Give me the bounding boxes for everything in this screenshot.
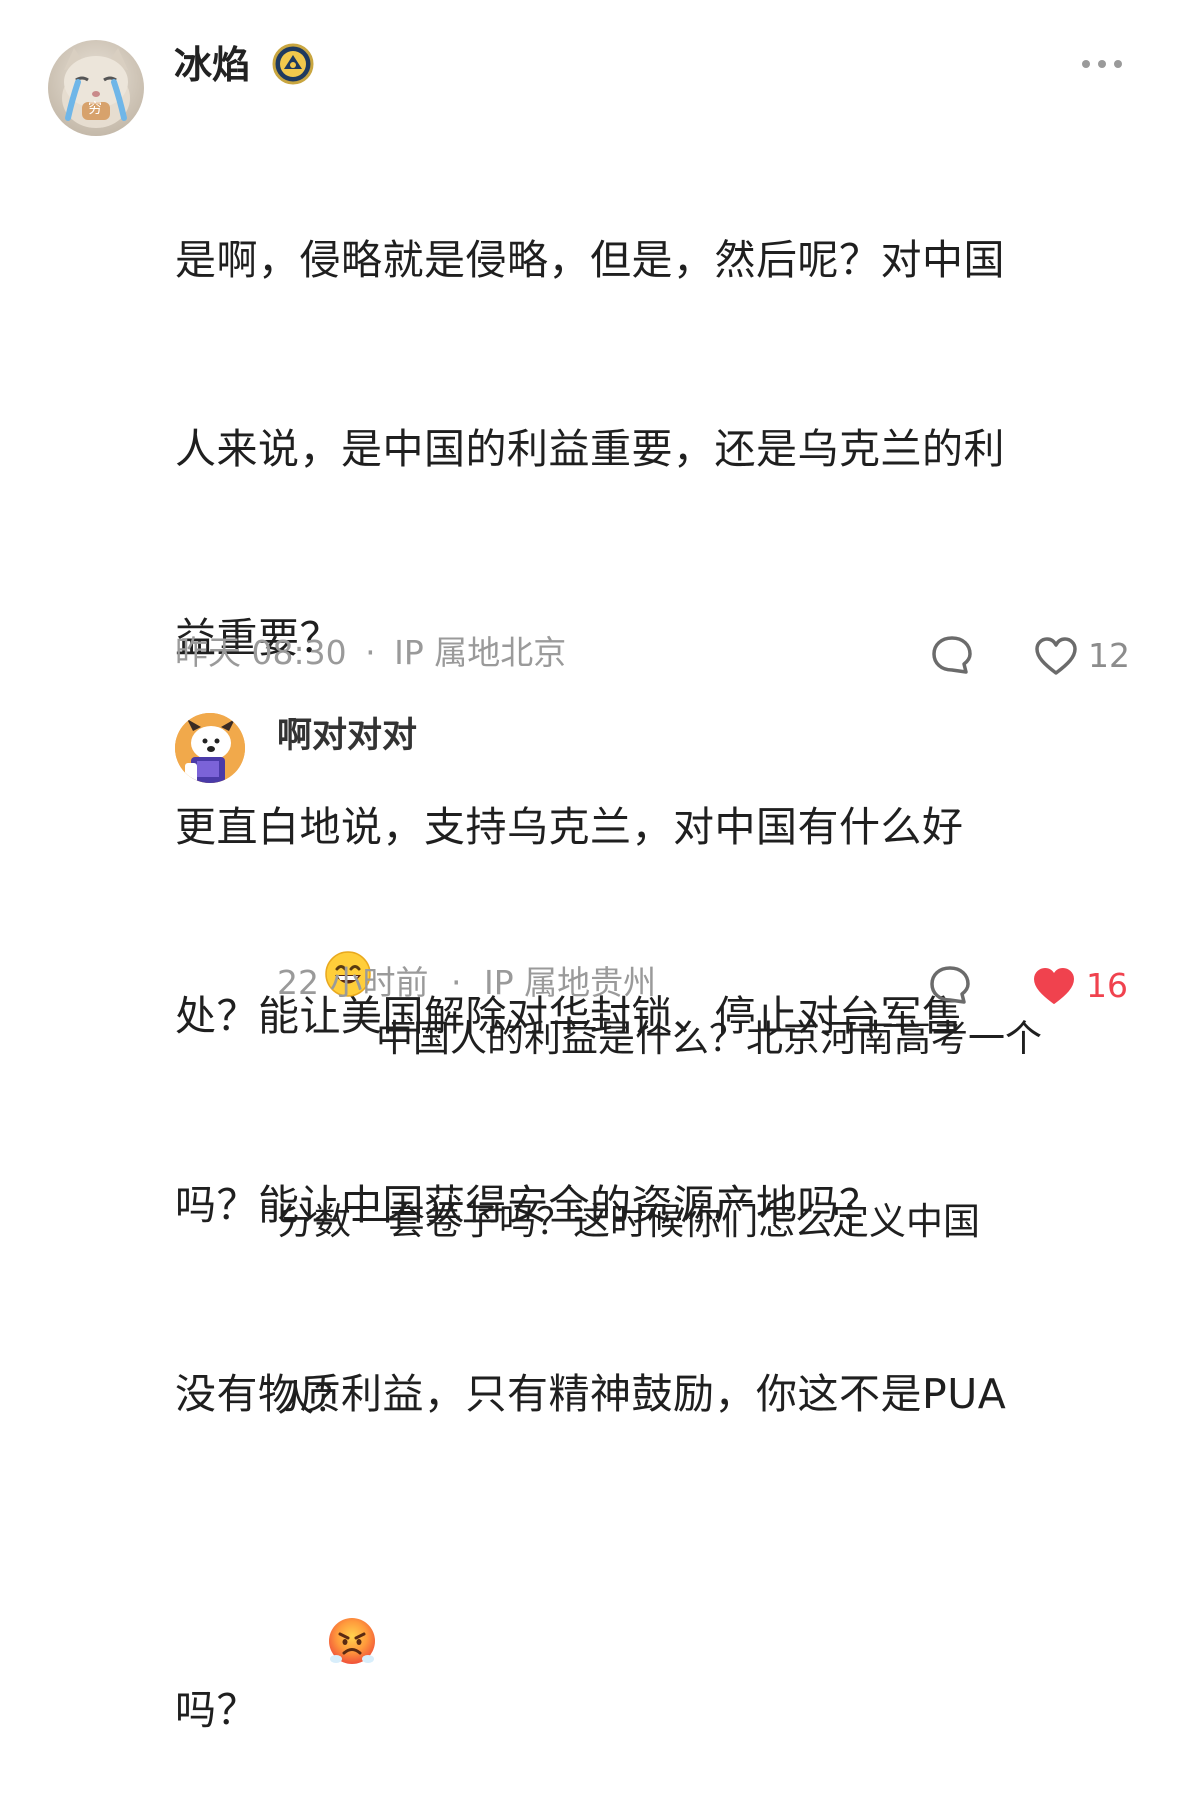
comment-line-text: 吗？ [175,1686,258,1734]
verified-badge-icon [272,43,314,85]
cat-avatar-image [62,48,130,128]
meta-separator: · [365,633,376,672]
dog-avatar-image [175,713,245,783]
reply-body: 中国人的利益是什么？北京河南高考一个 分数一套卷子吗？这时候你们怎么定义中国 人… [277,773,1137,1487]
ip-location: IP 属地北京 [394,633,567,672]
reply-username[interactable]: 啊对对对 [277,719,417,754]
heart-outline-icon[interactable] [1034,636,1078,680]
ip-location: IP 属地贵州 [483,963,657,1002]
username[interactable]: 冰焰 [174,46,250,84]
like-count: 12 [1088,636,1130,675]
reply-meta: 22 小时前 · IP 属地贵州 [277,966,656,999]
heart-filled-shape [1034,968,1074,1004]
comment-line: 人来说，是中国的利益重要，还是乌克兰的利 [175,425,1005,473]
meta-separator: · [450,963,462,1002]
comment-meta: 昨天 08:30 · IP 属地北京 [175,636,566,669]
comment-bubble-icon[interactable] [928,964,972,1010]
reply-line: 人？ [277,1377,351,1420]
more-dots-icon[interactable] [1080,56,1124,70]
timestamp: 昨天 08:30 [175,633,347,672]
like-count-active: 16 [1086,966,1128,1005]
avatar-caption: 穷 [88,101,102,117]
reply-line: 分数一套卷子吗？这时候你们怎么定义中国 [277,1200,980,1243]
heart-filled-icon[interactable] [1032,966,1076,1010]
angry-face-emoji [258,1552,378,1748]
comment-line: 是啊，侵略就是侵略，但是，然后呢？对中国 [175,236,1005,284]
reply-avatar[interactable] [175,713,245,783]
comment-bubble-icon[interactable] [930,634,974,680]
timestamp: 22 小时前 [277,963,429,1002]
reply-line-text: 中国人的利益是什么？北京河南高考一个 [376,1017,1043,1060]
avatar[interactable]: 穷 [48,40,144,136]
comment-line: 吗？ [175,1552,1135,1748]
